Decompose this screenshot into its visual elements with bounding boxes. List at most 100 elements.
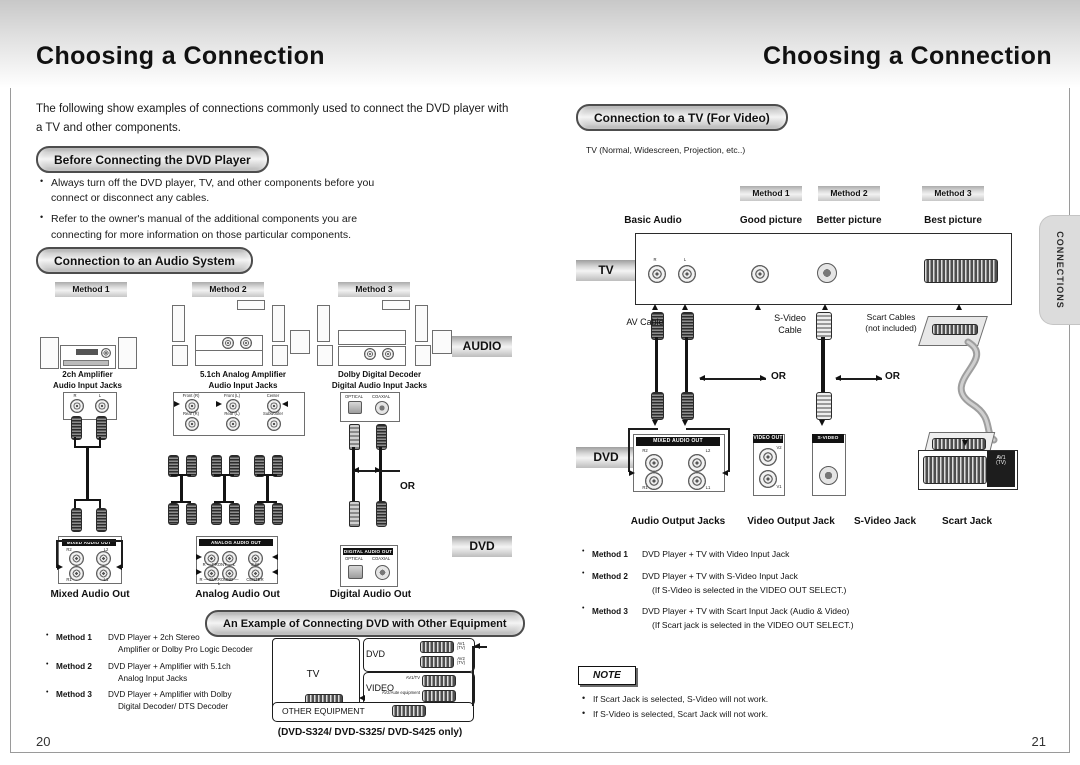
right-method-name: Method 3 — [592, 607, 628, 617]
or-label-1: OR — [771, 371, 786, 382]
method-chip-3: Method 3 — [338, 282, 410, 297]
av-cable-label: AV Cable — [626, 317, 664, 327]
caption-digital-audio-out: Digital Audio Out — [329, 589, 412, 600]
tv-video-jack — [751, 265, 769, 283]
caption-2ch-amplifier: 2ch Amplifier Audio Input Jacks — [53, 370, 122, 390]
or-label-left: OR — [400, 481, 415, 492]
scart-video-port-label-1: AV1/TV — [405, 675, 420, 680]
m2-out-label-surround: R — SURROUND — L — [199, 577, 239, 587]
m3-out-coaxial-label: COAXIAL — [372, 556, 391, 561]
left-page: Choosing a Connection The following show… — [0, 0, 540, 765]
example-method-row: Method 3 DVD Player + Amplifier with Dolb… — [46, 688, 256, 714]
dvd-scart-connector — [923, 456, 987, 484]
example-method-row: Method 2 DVD Player + Amplifier with 5.1c… — [46, 660, 256, 686]
example-method-text: DVD Player + Amplifier with Dolby — [108, 690, 232, 700]
dvd-jack-label-r2: R2 — [642, 448, 648, 453]
bullet-item: Always turn off the DVD player, TV, and … — [40, 175, 400, 206]
dvd-jack-l2 — [688, 454, 706, 472]
quality-label-basic-audio: Basic Audio — [624, 215, 682, 226]
caption-video-output-jack: Video Output Jack — [747, 516, 835, 527]
side-tab-label: CONNECTIONS — [1055, 231, 1065, 309]
method-chip-2: Method 2 — [192, 282, 264, 297]
note-badge: NOTE — [578, 666, 636, 685]
example-method-subtext: Digital Decoder/ DTS Decoder — [118, 702, 229, 712]
tv-audio-jack-r — [648, 265, 666, 283]
m3-out-optical-label: OPTICAL — [345, 556, 363, 561]
right-method-name: Method 2 — [592, 572, 628, 582]
right-method-subtext: (If Scart jack is selected in the VIDEO … — [652, 619, 854, 630]
page-number-right: 21 — [1031, 734, 1046, 749]
example-method-text: DVD Player + 2ch Stereo — [108, 633, 200, 642]
m1-out-l1: L1 — [103, 577, 109, 582]
scart-dvd-port-av2 — [420, 656, 454, 668]
dvd-scart-label-av1: AV1 (TV) — [996, 455, 1006, 466]
caption-scart-jack: Scart Jack — [941, 516, 993, 527]
m2-jack-subwoofer — [267, 417, 281, 431]
badge-dvd-left: DVD — [452, 536, 512, 557]
m1-jack-label-l: L — [98, 393, 102, 398]
right-method-chip-3: Method 3 — [922, 186, 984, 201]
caption-audio-output-jacks: Audio Output Jacks — [630, 516, 726, 527]
m2-label-front-l: Front (L) — [223, 393, 241, 398]
section-audio-connection: Connection to an Audio System — [36, 247, 253, 274]
dvd-svideo-header: S-VIDEO OUT — [812, 434, 844, 450]
example-method-text: DVD Player + Amplifier with 5.1ch — [108, 661, 231, 671]
right-method-chip-1: Method 1 — [740, 186, 802, 201]
m1-out-jack-l2 — [96, 551, 111, 566]
dvd-mixed-header: MIXED AUDIO OUT — [636, 437, 720, 446]
m1-out-r1: R1 — [66, 577, 72, 582]
badge-dvd-right: DVD — [576, 447, 636, 468]
m2-out-label-center: CENTER — [246, 577, 264, 582]
example-method-name: Method 1 — [56, 633, 92, 642]
or-label-2: OR — [885, 371, 900, 382]
caption-dolby-decoder: Dolby Digital Decoder Digital Audio Inpu… — [331, 370, 428, 390]
section-tv-connection: Connection to a TV (For Video) — [576, 104, 788, 131]
dvd-jack-label-r1: R1 — [642, 485, 648, 490]
scart-dvd-port-label-2: AV2 (TV) — [456, 656, 466, 666]
caption-51ch-amplifier: 5.1ch Analog Amplifier Audio Input Jacks — [199, 370, 287, 390]
quality-label-better: Better picture — [816, 215, 882, 226]
page-number-left: 20 — [36, 734, 51, 749]
scart-video-port-label-2: AV2/Aute equipment — [381, 690, 420, 695]
m2-jack-rear-l — [226, 417, 240, 431]
m2-label-rear-l: Rear (L) — [224, 411, 240, 416]
note-bullet: If S-Video is selected, Scart Jack will … — [582, 707, 982, 720]
dvd-svideo-jack — [819, 466, 838, 485]
scart-video-port-2 — [422, 690, 456, 702]
section-before-connecting: Before Connecting the DVD Player — [36, 146, 269, 173]
badge-audio: AUDIO — [452, 336, 512, 357]
scart-cable-curve — [957, 338, 998, 444]
quality-label-best: Best picture — [924, 215, 982, 226]
right-method-chip-2: Method 2 — [818, 186, 880, 201]
right-method-row: Method 2 DVD Player + TV with S-Video Inp… — [582, 569, 1002, 596]
intro-paragraph: The following show examples of connectio… — [36, 103, 509, 134]
example-method-subtext: Analog Input Jacks — [118, 673, 188, 683]
m3-out-jack-coaxial — [375, 565, 390, 580]
m2-jack-rear-r — [185, 417, 199, 431]
m2-label-front-r: Front (R) — [182, 393, 200, 398]
scart-other-port — [392, 705, 426, 717]
m1-out-jack-r2 — [69, 551, 84, 566]
example-method-row: Method 1 DVD Player + 2ch Stereo Amplifie… — [46, 631, 256, 657]
right-method-list: Method 1 DVD Player + TV with Video Input… — [582, 547, 1002, 635]
tv-jack-label-l: L — [683, 257, 687, 262]
m3-jack-optical — [348, 401, 362, 414]
note-bullet: If Scart Jack is selected, S-Video will … — [582, 692, 982, 705]
quality-label-good: Good picture — [739, 215, 803, 226]
example-method-name: Method 3 — [56, 690, 92, 700]
scart-dvd-port-label-1: AV1 (TV) — [456, 641, 466, 651]
scart-other-label: OTHER EQUIPMENT — [282, 706, 365, 716]
tv-jack-label-r: R — [653, 257, 657, 262]
right-method-subtext: (If S-Video is selected in the VIDEO OUT… — [652, 584, 847, 595]
page-title-right: Choosing a Connection — [763, 42, 1052, 70]
dvd-jack-label-l1: L1 — [705, 485, 711, 490]
example-method-list: Method 1 DVD Player + 2ch Stereo Amplifie… — [46, 631, 256, 718]
m1-jack-l — [95, 399, 109, 413]
before-connecting-bullets: Always turn off the DVD player, TV, and … — [40, 175, 400, 249]
scart-cable-label: Scart Cables (not included) — [865, 312, 917, 334]
tv-scart-jack — [924, 259, 998, 283]
m3-panel-header: DIGITAL AUDIO OUT — [343, 548, 393, 555]
right-method-row: Method 1 DVD Player + TV with Video Input… — [582, 547, 1002, 561]
scart-tv-label: TV — [306, 669, 320, 680]
tv-svideo-jack — [817, 263, 837, 283]
